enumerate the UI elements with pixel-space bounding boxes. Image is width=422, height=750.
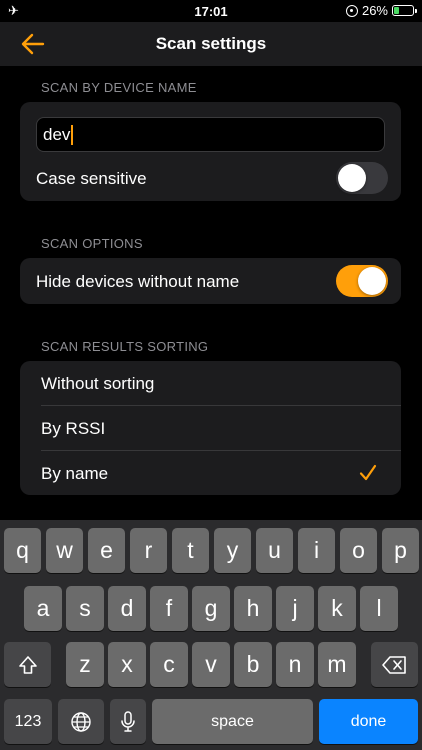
navigation-bar: Scan settings (0, 22, 422, 66)
sorting-group: Without sorting By RSSI By name (20, 361, 401, 495)
device-name-value: dev (43, 124, 71, 144)
key-j[interactable]: j (276, 586, 314, 631)
space-key[interactable]: space (152, 699, 313, 744)
section-header-scan-options: SCAN OPTIONS (41, 236, 143, 251)
key-e[interactable]: e (88, 528, 125, 573)
key-g[interactable]: g (192, 586, 230, 631)
key-r[interactable]: r (130, 528, 167, 573)
done-key[interactable]: done (319, 699, 418, 744)
orientation-lock-icon (345, 4, 358, 17)
sort-option-label: By name (41, 464, 109, 483)
key-q[interactable]: q (4, 528, 41, 573)
key-o[interactable]: o (340, 528, 377, 573)
delete-key[interactable] (371, 642, 418, 687)
checkmark-icon (359, 464, 377, 481)
globe-icon (71, 711, 91, 732)
sort-option-without-sorting[interactable]: Without sorting (20, 361, 401, 406)
page-title: Scan settings (155, 34, 267, 53)
numbers-key[interactable]: 123 (4, 699, 52, 744)
shift-key[interactable] (4, 642, 51, 687)
status-right: 26% (345, 3, 417, 18)
status-bar: ✈ 17:01 26% (0, 0, 422, 22)
hide-devices-toggle[interactable] (336, 265, 388, 297)
sort-option-label: By RSSI (41, 419, 106, 438)
device-name-group: dev Case sensitive (20, 102, 401, 201)
toggle-knob (358, 267, 386, 295)
key-p[interactable]: p (382, 528, 419, 573)
key-m[interactable]: m (318, 642, 356, 687)
key-h[interactable]: h (234, 586, 272, 631)
sort-option-label: Without sorting (41, 374, 155, 393)
text-caret (71, 124, 74, 145)
key-l[interactable]: l (360, 586, 398, 631)
key-t[interactable]: t (172, 528, 209, 573)
key-u[interactable]: u (256, 528, 293, 573)
mic-key[interactable] (110, 699, 146, 744)
hide-devices-label: Hide devices without name (36, 272, 240, 291)
device-name-input[interactable]: dev (36, 117, 385, 152)
key-k[interactable]: k (318, 586, 356, 631)
battery-percent: 26% (361, 3, 388, 18)
key-b[interactable]: b (234, 642, 272, 687)
section-header-device-name: SCAN BY DEVICE NAME (41, 80, 197, 95)
case-sensitive-label: Case sensitive (36, 169, 147, 188)
key-d[interactable]: d (108, 586, 146, 631)
key-a[interactable]: a (24, 586, 62, 631)
key-z[interactable]: z (66, 642, 104, 687)
sort-option-by-name[interactable]: By name (20, 451, 401, 496)
key-c[interactable]: c (150, 642, 188, 687)
keyboard: q w e r t y u i o p a s d f g h j k l z … (0, 520, 422, 750)
globe-key[interactable] (58, 699, 104, 744)
key-f[interactable]: f (150, 586, 188, 631)
key-i[interactable]: i (298, 528, 335, 573)
case-sensitive-toggle[interactable] (336, 162, 388, 194)
key-n[interactable]: n (276, 642, 314, 687)
sort-option-by-rssi[interactable]: By RSSI (20, 406, 401, 451)
shift-icon (18, 655, 37, 674)
section-header-sorting: SCAN RESULTS SORTING (41, 339, 209, 354)
battery-icon (392, 5, 417, 16)
delete-icon (381, 655, 406, 674)
key-s[interactable]: s (66, 586, 104, 631)
key-y[interactable]: y (214, 528, 251, 573)
microphone-icon (121, 710, 135, 732)
toggle-knob (338, 164, 366, 192)
key-x[interactable]: x (108, 642, 146, 687)
key-w[interactable]: w (46, 528, 83, 573)
scan-options-group: Hide devices without name (20, 258, 401, 304)
key-v[interactable]: v (192, 642, 230, 687)
